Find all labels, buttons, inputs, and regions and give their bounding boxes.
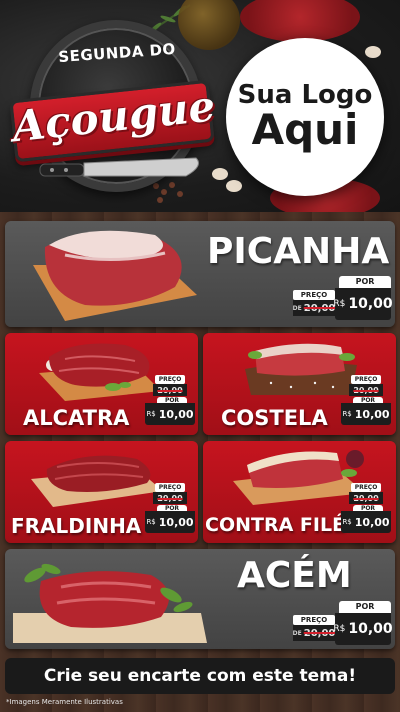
product-name: ACÉM (237, 555, 352, 596)
knife-icon (39, 157, 199, 177)
new-price: R$ 10,00 (145, 511, 195, 533)
price-tag: POR PREÇO DE 20,00 R$ 10,00 (293, 601, 393, 645)
product-card-acem: ACÉM POR PREÇO DE 20,00 R$ 10,00 (5, 549, 395, 649)
de-label: DE (292, 629, 302, 637)
new-price-value: 10,00 (354, 515, 390, 529)
product-card-picanha: PICANHA POR PREÇO DE 20,00 R$ 10,00 (5, 221, 395, 327)
currency-label: R$ (342, 518, 352, 526)
disclaimer-footnote: *Imagens Meramente Ilustrativas (6, 698, 123, 706)
old-price: 20,00 (349, 492, 383, 504)
price-preco-label: PREÇO (293, 615, 335, 625)
old-price: DE 20,00 (293, 300, 335, 316)
new-price-value: 10,00 (158, 407, 194, 421)
price-tag: PREÇO 20,00 POR R$ 10,00 (341, 483, 391, 533)
price-tag: PREÇO 20,00 POR R$ 10,00 (145, 375, 195, 425)
new-price-value: 10,00 (354, 407, 390, 421)
old-price: 20,00 (153, 384, 187, 396)
currency-label: R$ (146, 518, 156, 526)
old-price-value: 20,00 (303, 627, 336, 639)
price-preco-label: PREÇO (351, 375, 381, 384)
new-price: R$ 10,00 (341, 511, 391, 533)
product-name: FRALDINHA (11, 514, 142, 538)
header-banner: SEGUNDA DO Açougue Sua Logo Aqui (0, 0, 400, 212)
garlic-decoration (226, 180, 242, 192)
old-price: 20,00 (349, 384, 383, 396)
price-tag: POR PREÇO DE 20,00 R$ 10,00 (293, 276, 393, 320)
new-price-value: 10,00 (158, 515, 194, 529)
product-name: PICANHA (207, 231, 390, 272)
new-price: R$ 10,00 (333, 288, 393, 320)
store-logo-placeholder: Sua Logo Aqui (226, 38, 384, 196)
product-card-contra-file: CONTRA FILÉ PREÇO 20,00 POR R$ 10,00 (203, 441, 396, 543)
garlic-decoration (212, 168, 228, 180)
old-price-value: 20,00 (157, 493, 183, 503)
old-price-value: 20,00 (353, 493, 379, 503)
new-price-value: 10,00 (348, 296, 393, 312)
old-price: 20,00 (153, 492, 187, 504)
product-card-fraldinha: FRALDINHA PREÇO 20,00 POR R$ 10,00 (5, 441, 198, 543)
new-price: R$ 10,00 (341, 403, 391, 425)
product-card-alcatra: ALCATRA PREÇO 20,00 POR R$ 10,00 (5, 333, 198, 435)
price-preco-label: PREÇO (293, 290, 335, 300)
acem-image (13, 563, 207, 643)
product-name: CONTRA FILÉ (205, 514, 346, 536)
old-price-value: 20,00 (157, 385, 183, 395)
product-name: ALCATRA (23, 406, 130, 430)
new-price-value: 10,00 (348, 621, 393, 637)
currency-label: R$ (333, 299, 346, 309)
price-por-label: POR (339, 601, 391, 613)
product-card-costela: COSTELA PREÇO 20,00 POR R$ 10,00 (203, 333, 396, 435)
logo-line-2: Aqui (251, 104, 359, 154)
price-preco-label: PREÇO (155, 483, 185, 492)
picanha-image (33, 230, 197, 321)
create-flyer-cta[interactable]: Crie seu encarte com este tema! (5, 658, 395, 694)
price-tag: PREÇO 20,00 POR R$ 10,00 (145, 483, 195, 533)
old-price-value: 20,00 (303, 302, 336, 314)
new-price: R$ 10,00 (333, 613, 393, 645)
product-name: COSTELA (221, 406, 328, 430)
old-price: DE 20,00 (293, 625, 335, 641)
price-por-label: POR (339, 276, 391, 288)
garlic-decoration (365, 46, 381, 58)
price-preco-label: PREÇO (351, 483, 381, 492)
new-price: R$ 10,00 (145, 403, 195, 425)
segunda-do-acougue-badge: SEGUNDA DO Açougue (9, 20, 217, 200)
price-preco-label: PREÇO (155, 375, 185, 384)
currency-label: R$ (333, 624, 346, 634)
old-price-value: 20,00 (353, 385, 379, 395)
steak-decoration (240, 0, 360, 42)
currency-label: R$ (342, 410, 352, 418)
de-label: DE (292, 304, 302, 312)
currency-label: R$ (146, 410, 156, 418)
price-tag: PREÇO 20,00 POR R$ 10,00 (341, 375, 391, 425)
